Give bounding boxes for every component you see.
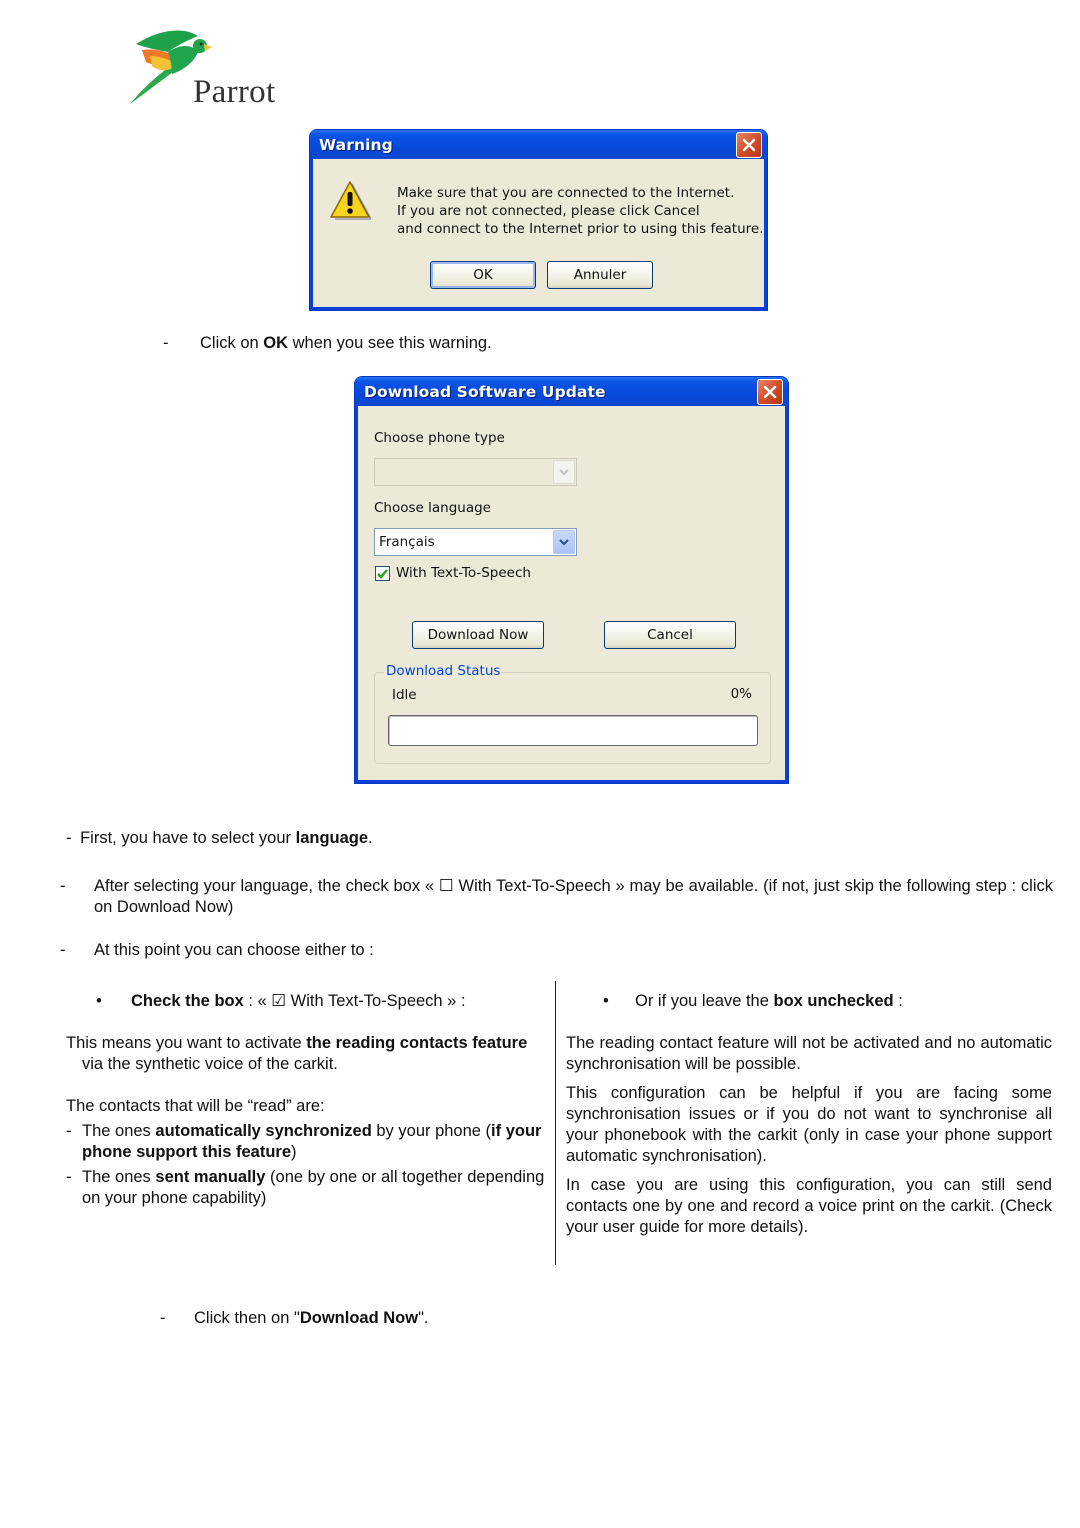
download-dialog-body: Choose phone type Choose language França…	[358, 406, 785, 780]
step-click-ok: - Click on OK when you see this warning.	[163, 333, 492, 354]
download-progress-percent: 0%	[730, 686, 752, 702]
download-status-legend: Download Status	[384, 663, 503, 679]
instruction-after-selecting: - After selecting your language, the che…	[60, 876, 1053, 918]
step-bold-download-now: Download Now	[299, 1309, 419, 1327]
right-column-heading: • Or if you leave the box unchecked :	[566, 991, 1052, 1012]
warning-triangle-icon	[330, 181, 371, 220]
warning-dialog-title: Warning	[319, 135, 393, 154]
step-text: Click then on "	[194, 1309, 300, 1327]
download-dialog-titlebar[interactable]: Download Software Update	[355, 377, 788, 406]
phone-type-select[interactable]	[374, 458, 577, 486]
step-bold-ok: OK	[263, 334, 289, 352]
phone-type-dropdown-button[interactable]	[553, 460, 575, 484]
item-text: by your phone (	[371, 1122, 492, 1140]
heading-bold: box unchecked	[773, 992, 894, 1010]
download-dialog-title: Download Software Update	[364, 382, 606, 401]
list-dash: -	[66, 1122, 72, 1140]
warning-message-line: and connect to the Internet prior to usi…	[397, 221, 764, 237]
left-column-heading: • Check the box : « ☑ With Text-To-Speec…	[66, 991, 546, 1012]
step-text: when you see this warning.	[288, 334, 492, 352]
ok-button[interactable]: OK	[430, 261, 536, 289]
close-icon	[742, 138, 756, 151]
heading-text: :	[893, 992, 903, 1010]
language-value: Français	[379, 534, 435, 550]
left-column-checked: • Check the box : « ☑ With Text-To-Speec…	[66, 991, 546, 1209]
language-label: Choose language	[374, 500, 491, 516]
download-progress-bar	[388, 715, 758, 746]
phone-type-label: Choose phone type	[374, 430, 505, 446]
language-select[interactable]: Français	[374, 528, 577, 556]
download-status-group: Download Status Idle 0%	[374, 663, 771, 764]
step-text: ".	[418, 1309, 429, 1327]
warning-close-button[interactable]	[736, 131, 762, 158]
close-icon	[763, 385, 777, 398]
left-column-paragraph: The contacts that will be “read” are:	[66, 1097, 325, 1115]
right-column-paragraph: The reading contact feature will not be …	[566, 1034, 1052, 1073]
instruction-text: .	[368, 829, 373, 847]
warning-dialog: Warning Make sure that you are connected…	[310, 130, 767, 310]
warning-message-line: If you are not connected, please click C…	[397, 203, 700, 219]
chevron-down-icon	[559, 538, 569, 545]
text-to-speech-checkbox[interactable]	[375, 566, 390, 581]
parrot-logo: Parrot	[128, 22, 303, 114]
download-software-update-dialog: Download Software Update Choose phone ty…	[355, 377, 788, 783]
instruction-text: First, you have to select your	[80, 829, 296, 847]
warning-message: Make sure that you are connected to the …	[397, 184, 764, 238]
warning-dialog-titlebar[interactable]: Warning	[310, 130, 767, 159]
download-status-text: Idle	[392, 687, 417, 703]
bullet: •	[603, 992, 609, 1010]
para-text: via the synthetic voice of the carkit.	[82, 1055, 338, 1073]
right-column-paragraph: This configuration can be helpful if you…	[566, 1084, 1052, 1165]
para-text: This means you want to activate	[66, 1034, 307, 1052]
right-column-unchecked: • Or if you leave the box unchecked : Th…	[566, 991, 1052, 1238]
download-now-button[interactable]: Download Now	[412, 621, 544, 649]
brand-name: Parrot	[193, 74, 276, 110]
annuler-button[interactable]: Annuler	[547, 261, 653, 289]
list-item: - The ones sent manually (one by one or …	[66, 1167, 546, 1209]
text-to-speech-label[interactable]: With Text-To-Speech	[396, 565, 531, 581]
item-bold: automatically synchronized	[155, 1122, 372, 1140]
final-step: - Click then on "Download Now".	[160, 1308, 429, 1329]
left-column-paragraph: This means you want to activate the read…	[66, 1033, 546, 1075]
download-close-button[interactable]	[757, 378, 783, 405]
list-item: - The ones automatically synchronized by…	[66, 1121, 546, 1163]
item-text: The ones	[82, 1122, 156, 1140]
list-dash: -	[66, 1168, 72, 1186]
instruction-choose-either: - At this point you can choose either to…	[60, 940, 374, 961]
para-bold: the reading contacts feature	[306, 1034, 528, 1052]
right-column-paragraph: In case you are using this configuration…	[566, 1176, 1052, 1236]
item-text: )	[291, 1143, 297, 1161]
column-divider	[555, 981, 556, 1265]
step-text: Click on	[200, 334, 264, 352]
chevron-down-icon	[559, 468, 569, 475]
instruction-bullet: -	[60, 877, 66, 895]
step-bullet: -	[163, 334, 169, 352]
instruction-select-language: - First, you have to select your languag…	[66, 828, 373, 849]
instruction-text: At this point you can choose either to :	[94, 941, 374, 959]
warning-dialog-body: Make sure that you are connected to the …	[313, 159, 764, 307]
heading-bold: Check the box	[131, 992, 244, 1010]
warning-message-line: Make sure that you are connected to the …	[397, 185, 735, 201]
item-text: The ones	[82, 1168, 156, 1186]
cancel-button[interactable]: Cancel	[604, 621, 736, 649]
instruction-bullet: -	[66, 829, 72, 847]
item-bold: sent manually	[155, 1168, 266, 1186]
instruction-bullet: -	[60, 941, 66, 959]
heading-text: : « ☑ With Text-To-Speech » :	[243, 992, 466, 1010]
instruction-bold-language: language	[295, 829, 369, 847]
language-dropdown-button[interactable]	[553, 530, 575, 554]
step-bullet: -	[160, 1309, 166, 1327]
instruction-text: After selecting your language, the check…	[94, 877, 1053, 916]
checkmark-icon	[377, 568, 388, 579]
heading-text: Or if you leave the	[635, 992, 774, 1010]
bullet: •	[96, 992, 102, 1010]
